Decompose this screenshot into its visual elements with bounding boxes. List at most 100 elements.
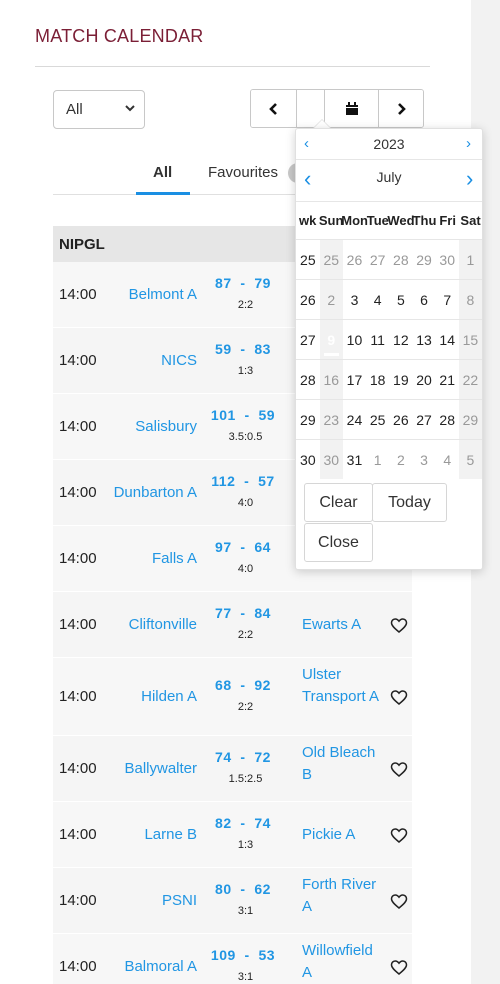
home-team-link[interactable]: Ballywalter <box>124 760 197 777</box>
favourite-heart-icon[interactable] <box>390 827 408 845</box>
match-score-link[interactable]: 101 - 59 <box>203 407 283 423</box>
day-cell[interactable]: 29 <box>458 400 482 439</box>
home-team-link[interactable]: Dunbarton A <box>114 484 197 501</box>
favourite-heart-icon[interactable] <box>390 617 408 635</box>
home-team-link[interactable]: Falls A <box>152 550 197 567</box>
match-time: 14:00 <box>59 688 97 705</box>
day-cell[interactable]: 12 <box>389 320 412 359</box>
day-cell[interactable]: 24 <box>343 400 366 439</box>
day-cell[interactable]: 3 <box>412 440 435 479</box>
day-cell[interactable]: 3 <box>343 280 366 319</box>
datepicker-year[interactable]: 2023 <box>296 136 482 152</box>
day-cell[interactable]: 7 <box>436 280 459 319</box>
calendar-icon <box>345 101 358 115</box>
day-cell[interactable]: 6 <box>412 280 435 319</box>
match-score-link[interactable]: 74 - 72 <box>203 749 283 765</box>
match-time: 14:00 <box>59 760 97 777</box>
datepicker-month[interactable]: July <box>296 169 482 185</box>
match-score-link[interactable]: 77 - 84 <box>203 605 283 621</box>
day-cell[interactable]: 26 <box>343 240 366 279</box>
weekday-header: Wed <box>387 213 415 228</box>
match-score-link[interactable]: 112 - 57 <box>203 473 283 489</box>
next-date-button[interactable] <box>379 90 423 127</box>
next-month-button[interactable]: › <box>466 166 473 192</box>
day-cell[interactable]: 19 <box>389 360 412 399</box>
favourite-heart-icon[interactable] <box>390 761 408 779</box>
day-cell[interactable]: 27 <box>366 240 389 279</box>
day-cell[interactable]: 27 <box>412 400 435 439</box>
day-cell[interactable]: 21 <box>436 360 459 399</box>
match-score-link[interactable]: 82 - 74 <box>203 815 283 831</box>
day-cell[interactable]: 1 <box>458 240 482 279</box>
day-cell[interactable]: 2 <box>319 280 343 319</box>
day-cell[interactable]: 17 <box>343 360 366 399</box>
day-cell[interactable]: 4 <box>436 440 459 479</box>
match-score-link[interactable]: 80 - 62 <box>203 881 283 897</box>
tab-all[interactable]: All <box>153 164 172 181</box>
day-cell[interactable]: 23 <box>319 400 343 439</box>
day-cell[interactable]: 10 <box>343 320 366 359</box>
home-team-link[interactable]: Larne B <box>144 826 197 843</box>
day-cell[interactable]: 1 <box>366 440 389 479</box>
day-cell[interactable]: 29 <box>412 240 435 279</box>
day-cell[interactable]: 31 <box>343 440 366 479</box>
close-button[interactable]: Close <box>304 523 373 562</box>
day-cell[interactable]: 25 <box>319 240 343 279</box>
day-cell[interactable]: 30 <box>319 440 343 479</box>
away-team-link[interactable]: Ewarts A <box>302 614 386 636</box>
home-team-link[interactable]: PSNI <box>162 892 197 909</box>
favourite-heart-icon[interactable] <box>390 893 408 911</box>
favourite-heart-icon[interactable] <box>390 689 408 707</box>
match-time: 14:00 <box>59 826 97 843</box>
tab-favourites[interactable]: Favourites <box>208 164 278 181</box>
day-cell[interactable]: 20 <box>412 360 435 399</box>
day-cell[interactable]: 30 <box>436 240 459 279</box>
away-team-link[interactable]: Old Bleach B <box>302 742 386 786</box>
away-team-link[interactable]: Willowfield A <box>302 940 386 984</box>
day-cell[interactable]: 2 <box>389 440 412 479</box>
away-team-link[interactable]: Ulster Transport A <box>302 664 386 708</box>
day-cell[interactable]: 5 <box>389 280 412 319</box>
match-score-link[interactable]: 59 - 83 <box>203 341 283 357</box>
away-team-link[interactable]: Forth River A <box>302 874 386 918</box>
day-cell[interactable]: 26 <box>389 400 412 439</box>
next-year-button[interactable]: › <box>466 135 471 152</box>
home-team-link[interactable]: Balmoral A <box>124 958 197 975</box>
day-cell[interactable]: 8 <box>458 280 482 319</box>
home-team-link[interactable]: Hilden A <box>141 688 197 705</box>
day-cell[interactable]: 14 <box>436 320 459 359</box>
away-team-link[interactable]: Pickie A <box>302 824 386 846</box>
datepicker-grid: wk Sun Mon Tue Wed Thu Fri Sat 25 25 26 27 28 29 30 1 2… <box>296 201 482 479</box>
day-cell[interactable]: 28 <box>436 400 459 439</box>
competition-filter-select[interactable]: All <box>53 90 145 129</box>
home-team-link[interactable]: Salisbury <box>135 418 197 435</box>
match-score-link[interactable]: 97 - 64 <box>203 539 283 555</box>
day-cell[interactable]: 15 <box>458 320 482 359</box>
match-score-link[interactable]: 109 - 53 <box>203 947 283 963</box>
points-split: 3.5:0.5 <box>228 431 263 443</box>
score-separator: - <box>231 815 255 831</box>
calendar-button[interactable] <box>325 90 379 127</box>
clear-button[interactable]: Clear <box>304 483 373 522</box>
favourite-heart-icon[interactable] <box>390 959 408 977</box>
home-team-link[interactable]: Belmont A <box>129 286 197 303</box>
weekday-header: Sun <box>318 213 344 228</box>
day-cell[interactable]: 25 <box>366 400 389 439</box>
today-button[interactable]: Today <box>372 483 447 522</box>
prev-date-button[interactable] <box>251 90 297 127</box>
home-team-link[interactable]: NICS <box>161 352 197 369</box>
day-cell[interactable]: 18 <box>366 360 389 399</box>
day-cell[interactable]: 28 <box>389 240 412 279</box>
away-score: 74 <box>254 815 271 831</box>
match-score-link[interactable]: 68 - 92 <box>203 677 283 693</box>
match-time: 14:00 <box>59 418 97 435</box>
day-cell[interactable]: 22 <box>458 360 482 399</box>
day-cell[interactable]: 5 <box>458 440 482 479</box>
match-score-link[interactable]: 87 - 79 <box>203 275 283 291</box>
day-cell[interactable]: 13 <box>412 320 435 359</box>
day-cell[interactable]: 11 <box>366 320 389 359</box>
selected-day-cell[interactable]: 9 <box>319 320 343 359</box>
home-team-link[interactable]: Cliftonville <box>129 616 197 633</box>
day-cell[interactable]: 16 <box>319 360 343 399</box>
day-cell[interactable]: 4 <box>366 280 389 319</box>
